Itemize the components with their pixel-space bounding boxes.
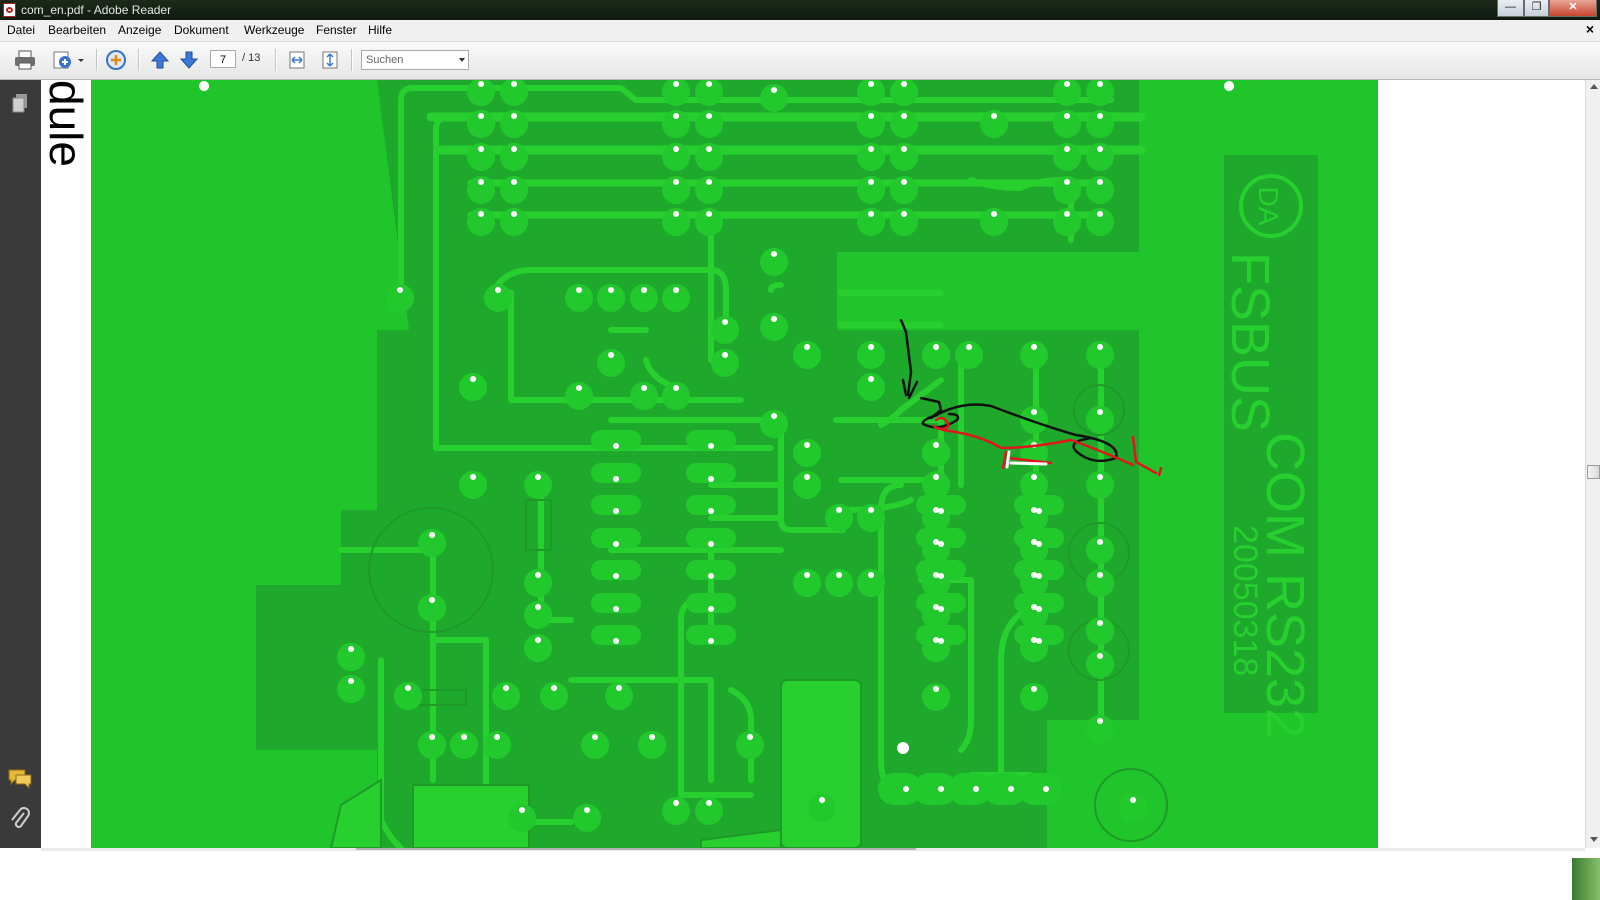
chevron-down-icon[interactable] <box>459 58 465 62</box>
menu-hilfe[interactable]: Hilfe <box>368 23 392 38</box>
document-view[interactable]: dule DA FSBUS COM RS232 20050318 <box>41 80 1585 848</box>
fit-width-icon <box>289 51 305 69</box>
window-resize-grip[interactable] <box>1572 858 1600 900</box>
comments-icon <box>8 769 32 790</box>
create-pdf-button[interactable] <box>51 49 85 71</box>
pdf-file-icon <box>3 3 16 17</box>
menu-werkzeuge[interactable]: Werkzeuge <box>244 23 304 38</box>
share-button[interactable] <box>105 49 127 71</box>
close-window-button[interactable]: ✕ <box>1549 0 1597 17</box>
navigation-panel <box>0 80 41 848</box>
menu-anzeige[interactable]: Anzeige <box>118 23 161 38</box>
close-document-button[interactable]: × <box>1586 21 1594 37</box>
fsbus-label: FSBUS <box>1220 252 1280 432</box>
menu-bearbeiten[interactable]: Bearbeiten <box>48 23 106 38</box>
fit-page-icon <box>322 51 338 69</box>
toolbar: 7 / 13 Suchen <box>0 42 1600 80</box>
scroll-up-arrow-icon[interactable] <box>1590 84 1598 89</box>
pages-panel-button[interactable] <box>11 93 31 118</box>
share-icon <box>106 50 126 70</box>
arrow-up-icon <box>150 51 170 69</box>
maximize-button[interactable]: ❐ <box>1524 0 1549 17</box>
toolbar-separator <box>96 49 98 71</box>
paperclip-icon <box>11 807 30 828</box>
create-pdf-icon <box>53 51 84 69</box>
horizontal-scrollbar[interactable] <box>41 848 1585 851</box>
pages-icon <box>12 94 27 113</box>
page-number-input[interactable]: 7 <box>210 50 236 68</box>
menu-datei[interactable]: Datei <box>7 23 35 38</box>
printer-icon <box>15 50 35 70</box>
minimize-button[interactable]: — <box>1497 0 1524 17</box>
title-bar: com_en.pdf - Adobe Reader — ❐ ✕ <box>0 0 1600 20</box>
page-count: / 13 <box>242 52 261 64</box>
attachments-panel-button[interactable] <box>9 807 31 834</box>
comments-panel-button[interactable] <box>7 767 33 792</box>
window-title: com_en.pdf - Adobe Reader <box>21 3 172 17</box>
pcb-silkscreen-label: DA FSBUS COM RS232 20050318 <box>1220 155 1318 738</box>
menu-fenster[interactable]: Fenster <box>316 23 357 38</box>
menu-bar: Datei Bearbeiten Anzeige Dokument Werkze… <box>0 20 1600 42</box>
date-code-label: 20050318 <box>1226 525 1264 676</box>
fit-page-button[interactable] <box>319 49 341 71</box>
pcb-layout-image: DA FSBUS COM RS232 20050318 <box>91 80 1378 848</box>
scroll-down-arrow-icon[interactable] <box>1590 837 1598 842</box>
scrollbar-thumb[interactable] <box>1587 465 1600 479</box>
arrow-down-icon <box>179 51 199 69</box>
search-placeholder: Suchen <box>366 54 404 66</box>
print-button[interactable] <box>14 49 36 71</box>
svg-text:DA: DA <box>1253 187 1284 226</box>
page-edge-text: dule <box>41 80 92 167</box>
menu-dokument[interactable]: Dokument <box>174 23 229 38</box>
vertical-scrollbar[interactable] <box>1585 80 1600 848</box>
fit-width-button[interactable] <box>286 49 308 71</box>
search-input[interactable]: Suchen <box>361 50 469 70</box>
horizontal-scrollbar-thumb[interactable] <box>356 848 916 850</box>
previous-page-button[interactable] <box>149 49 171 71</box>
toolbar-separator <box>138 49 140 71</box>
toolbar-separator <box>275 49 277 71</box>
toolbar-separator <box>351 49 353 71</box>
next-page-button[interactable] <box>178 49 200 71</box>
